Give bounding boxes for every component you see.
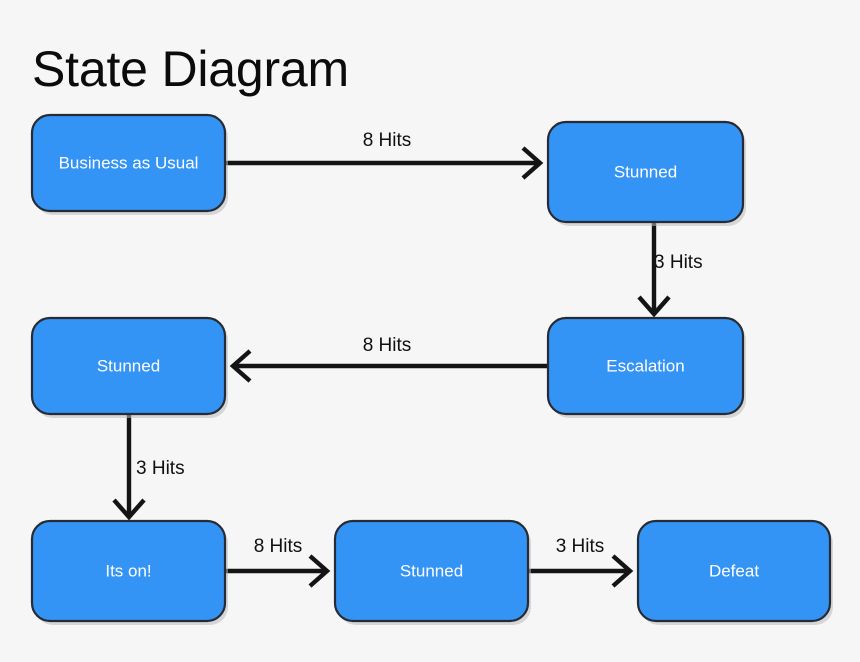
node-label: Defeat [709,561,759,580]
edge-label-e5: 8 Hits [254,536,303,557]
edge-label-e2: 3 Hits [654,252,703,273]
state-node-stunned-1[interactable]: Stunned [546,120,746,226]
node-label: Escalation [606,356,684,375]
state-node-escalation[interactable]: Escalation [546,316,746,418]
state-node-stunned-2[interactable]: Stunned [30,316,228,418]
state-diagram-canvas: State Diagram Business as Usual Stunned St… [0,0,860,662]
node-label: Stunned [614,162,677,181]
node-label: Stunned [97,356,160,375]
edge-label-e1: 8 Hits [363,130,412,151]
node-label: Business as Usual [59,153,199,172]
state-node-defeat[interactable]: Defeat [636,519,833,625]
edge-label-e3: 8 Hits [363,335,412,356]
node-label: Its on! [105,561,151,580]
state-node-its-on[interactable]: Its on! [30,519,228,625]
state-node-business-as-usual[interactable]: Business as Usual [30,113,228,215]
diagram-svg: State Diagram Business as Usual Stunned St… [0,0,860,662]
node-label: Stunned [400,561,463,580]
edge-label-e6: 3 Hits [556,536,605,557]
state-node-stunned-3[interactable]: Stunned [333,519,531,625]
edge-label-e4: 3 Hits [136,458,185,479]
page-title: State Diagram [32,41,349,97]
